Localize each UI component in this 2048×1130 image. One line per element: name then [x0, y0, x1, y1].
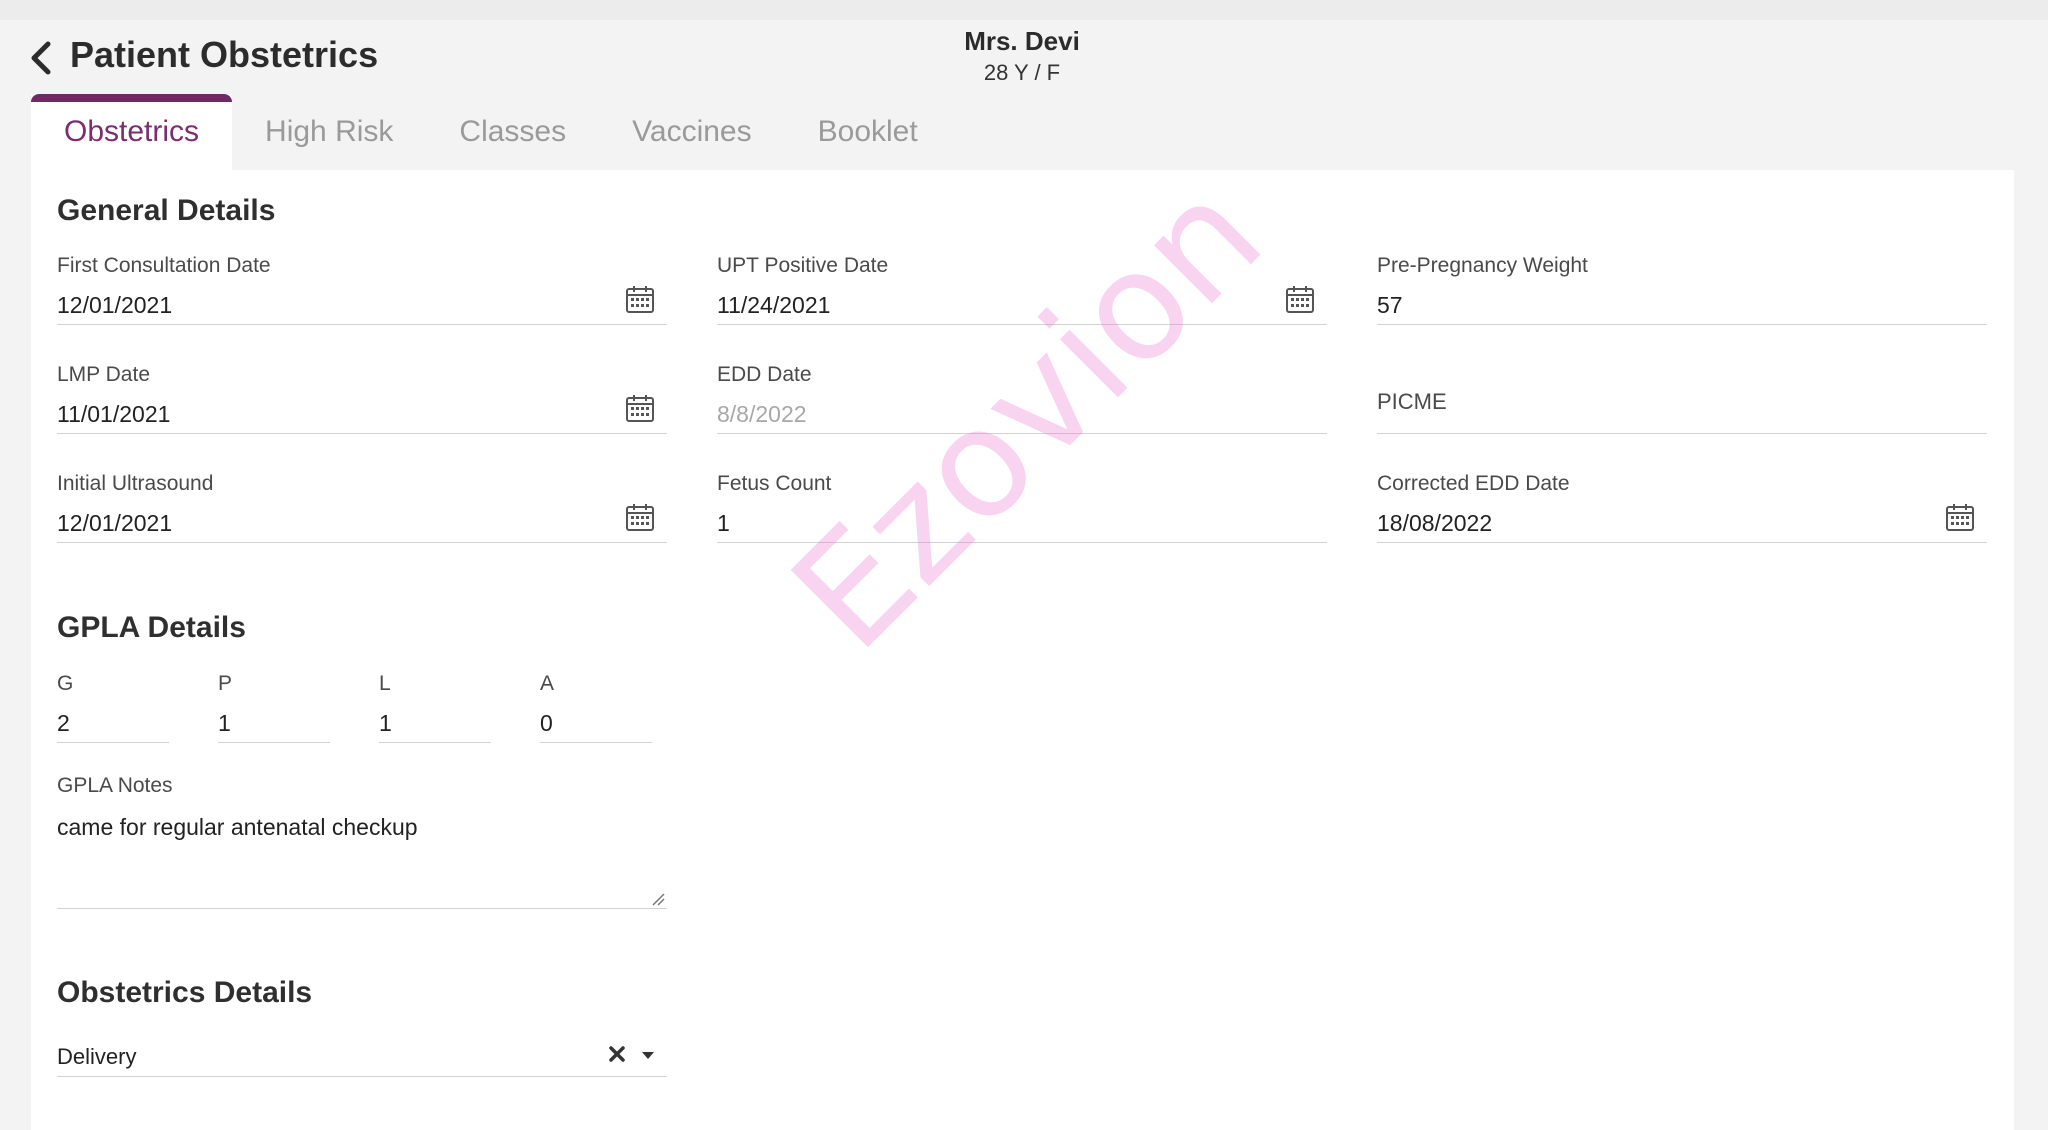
initial-ultrasound-field[interactable]: Initial Ultrasound 12/01/2021	[57, 472, 667, 543]
calendar-icon[interactable]	[625, 284, 655, 314]
calendar-icon[interactable]	[625, 393, 655, 423]
tab-label: Vaccines	[632, 115, 752, 148]
tab-obstetrics[interactable]: Obstetrics	[31, 94, 233, 170]
top-bar	[0, 0, 2048, 20]
field-value[interactable]: 0	[540, 710, 553, 737]
calendar-icon[interactable]	[1945, 502, 1975, 532]
tab-classes[interactable]: Classes	[426, 94, 599, 170]
field-label: GPLA Notes	[57, 774, 173, 797]
pre-pregnancy-weight-field[interactable]: Pre-Pregnancy Weight 57	[1377, 254, 1987, 325]
field-value[interactable]: 2	[57, 710, 70, 737]
obstetrics-type-select[interactable]: Delivery	[57, 1030, 667, 1077]
edd-date-field[interactable]: EDD Date 8/8/2022	[717, 363, 1327, 434]
field-label: LMP Date	[57, 363, 150, 386]
close-icon[interactable]	[607, 1044, 627, 1064]
field-label: P	[218, 672, 233, 695]
page-title: Patient Obstetrics	[70, 34, 379, 75]
field-value: 8/8/2022	[717, 401, 807, 427]
field-value[interactable]: 1	[218, 710, 231, 737]
first-consultation-date-field[interactable]: First Consultation Date 12/01/2021	[57, 254, 667, 325]
field-label: L	[379, 672, 391, 695]
calendar-icon[interactable]	[1285, 284, 1315, 314]
field-value[interactable]: 12/01/2021	[57, 510, 172, 537]
calendar-icon[interactable]	[625, 502, 655, 532]
field-value[interactable]: 1	[379, 710, 392, 737]
field-value[interactable]: 11/01/2021	[57, 401, 170, 428]
obstetrics-details-title: Obstetrics Details	[57, 976, 313, 1009]
chevron-down-icon[interactable]	[641, 1050, 655, 1060]
field-label: Pre-Pregnancy Weight	[1377, 254, 1588, 277]
field-label: EDD Date	[717, 363, 812, 386]
field-label: UPT Positive Date	[717, 254, 889, 277]
corrected-edd-date-field[interactable]: Corrected EDD Date 18/08/2022	[1377, 472, 1987, 543]
field-label: Fetus Count	[717, 472, 832, 495]
general-details-title: General Details	[57, 194, 276, 227]
fetus-count-field[interactable]: Fetus Count 1	[717, 472, 1327, 543]
notes-value[interactable]: came for regular antenatal checkup	[57, 814, 418, 841]
field-label: PICME	[1377, 389, 1447, 414]
field-value[interactable]: 12/01/2021	[57, 292, 172, 319]
tab-label: High Risk	[265, 115, 394, 148]
field-label: Initial Ultrasound	[57, 472, 214, 495]
gpla-notes-textarea[interactable]: GPLA Notes came for regular antenatal ch…	[57, 774, 667, 909]
field-value[interactable]: 1	[717, 510, 730, 537]
field-value[interactable]: 57	[1377, 292, 1403, 319]
tab-high-risk[interactable]: High Risk	[232, 94, 426, 170]
tab-label: Classes	[459, 115, 567, 148]
field-value[interactable]: 11/24/2021	[717, 292, 830, 319]
select-value: Delivery	[57, 1044, 137, 1069]
tab-label: Obstetrics	[64, 115, 200, 148]
field-value[interactable]: 18/08/2022	[1377, 510, 1492, 537]
field-label: First Consultation Date	[57, 254, 271, 277]
tab-vaccines[interactable]: Vaccines	[599, 94, 785, 170]
gpla-p-field[interactable]: P 1	[218, 672, 330, 743]
lmp-date-field[interactable]: LMP Date 11/01/2021	[57, 363, 667, 434]
chevron-left-icon[interactable]	[26, 38, 56, 78]
picme-field[interactable]: PICME	[1377, 363, 1987, 434]
gpla-details-title: GPLA Details	[57, 611, 246, 644]
resize-handle-icon[interactable]	[651, 892, 665, 906]
patient-info: Mrs. Devi 28 Y / F	[922, 26, 1122, 86]
gpla-l-field[interactable]: L 1	[379, 672, 491, 743]
tab-booklet[interactable]: Booklet	[785, 94, 951, 170]
field-label: G	[57, 672, 74, 695]
patient-age-gender: 28 Y / F	[983, 60, 1061, 85]
field-label: A	[540, 672, 555, 695]
gpla-g-field[interactable]: G 2	[57, 672, 169, 743]
tab-label: Booklet	[817, 115, 918, 148]
upt-positive-date-field[interactable]: UPT Positive Date 11/24/2021	[717, 254, 1327, 325]
field-label: Corrected EDD Date	[1377, 472, 1570, 495]
patient-name: Mrs. Devi	[964, 26, 1080, 56]
tab-bar: Obstetrics High Risk Classes Vaccines Bo…	[31, 94, 951, 170]
gpla-a-field[interactable]: A 0	[540, 672, 652, 743]
